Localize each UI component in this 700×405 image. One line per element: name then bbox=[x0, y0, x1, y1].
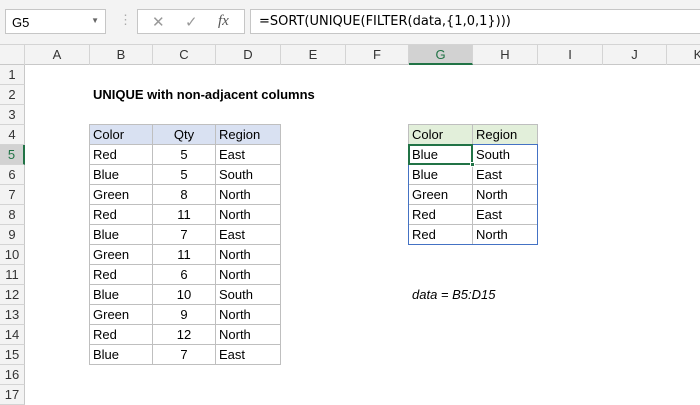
column-header-J[interactable]: J bbox=[603, 45, 667, 65]
source-cell[interactable]: East bbox=[215, 144, 281, 165]
result-header-cell[interactable]: Region bbox=[472, 124, 538, 145]
chevron-down-icon[interactable]: ▼ bbox=[91, 16, 99, 25]
sheet-title[interactable]: UNIQUE with non-adjacent columns bbox=[90, 85, 390, 105]
source-cell[interactable]: South bbox=[215, 164, 281, 185]
row-header-5[interactable]: 5 bbox=[0, 145, 25, 165]
result-cell[interactable]: Red bbox=[408, 204, 473, 225]
result-cell[interactable]: Blue bbox=[408, 164, 473, 185]
drag-handle-icon[interactable]: ⋮ bbox=[119, 12, 132, 28]
result-cell[interactable]: East bbox=[472, 204, 538, 225]
source-cell[interactable]: 12 bbox=[152, 324, 216, 345]
column-header-F[interactable]: F bbox=[346, 45, 409, 65]
enter-icon[interactable]: ✓ bbox=[185, 13, 198, 31]
result-cell[interactable]: North bbox=[472, 184, 538, 205]
source-cell[interactable]: East bbox=[215, 344, 281, 365]
source-cell[interactable]: 9 bbox=[152, 304, 216, 325]
row-header-6[interactable]: 6 bbox=[0, 165, 25, 185]
row-header-3[interactable]: 3 bbox=[0, 105, 25, 125]
column-header-I[interactable]: I bbox=[538, 45, 603, 65]
function-icon[interactable]: fx bbox=[218, 13, 229, 30]
result-cell[interactable]: Blue bbox=[408, 144, 473, 165]
source-cell[interactable]: Blue bbox=[89, 224, 153, 245]
source-cell[interactable]: North bbox=[215, 184, 281, 205]
source-header-cell[interactable]: Color bbox=[89, 124, 153, 145]
column-header-H[interactable]: H bbox=[473, 45, 538, 65]
cancel-icon[interactable]: ✕ bbox=[152, 13, 165, 31]
source-cell[interactable]: South bbox=[215, 284, 281, 305]
formula-input[interactable]: =SORT(UNIQUE(FILTER(data,{1,0,1}))) bbox=[250, 9, 700, 34]
column-header-E[interactable]: E bbox=[281, 45, 346, 65]
row-header-10[interactable]: 10 bbox=[0, 245, 25, 265]
formula-buttons: ✕ ✓ fx bbox=[137, 9, 245, 34]
result-cell[interactable]: South bbox=[472, 144, 538, 165]
source-cell[interactable]: Green bbox=[89, 304, 153, 325]
source-cell[interactable]: 8 bbox=[152, 184, 216, 205]
row-header-4[interactable]: 4 bbox=[0, 125, 25, 145]
result-cell[interactable]: North bbox=[472, 224, 538, 245]
row-header-8[interactable]: 8 bbox=[0, 205, 25, 225]
source-cell[interactable]: 5 bbox=[152, 164, 216, 185]
column-header-A[interactable]: A bbox=[25, 45, 90, 65]
source-cell[interactable]: 7 bbox=[152, 224, 216, 245]
name-box-value: G5 bbox=[12, 15, 30, 30]
result-cell[interactable]: Green bbox=[408, 184, 473, 205]
source-cell[interactable]: Blue bbox=[89, 344, 153, 365]
column-headers: ABCDEFGHIJK bbox=[0, 45, 700, 65]
fill-handle[interactable] bbox=[470, 162, 475, 167]
row-header-16[interactable]: 16 bbox=[0, 365, 25, 385]
source-cell[interactable]: Red bbox=[89, 324, 153, 345]
source-cell[interactable]: Red bbox=[89, 144, 153, 165]
result-cell[interactable]: Red bbox=[408, 224, 473, 245]
named-range-note[interactable]: data = B5:D15 bbox=[409, 285, 609, 305]
column-header-K[interactable]: K bbox=[667, 45, 700, 65]
row-header-7[interactable]: 7 bbox=[0, 185, 25, 205]
column-header-D[interactable]: D bbox=[216, 45, 281, 65]
column-header-G[interactable]: G bbox=[409, 45, 473, 65]
source-cell[interactable]: Blue bbox=[89, 164, 153, 185]
formula-bar: G5 ▼ ⋮ ✕ ✓ fx =SORT(UNIQUE(FILTER(data,{1… bbox=[0, 0, 700, 45]
source-cell[interactable]: North bbox=[215, 324, 281, 345]
source-cell[interactable]: 10 bbox=[152, 284, 216, 305]
source-cell[interactable]: 11 bbox=[152, 244, 216, 265]
row-header-14[interactable]: 14 bbox=[0, 325, 25, 345]
column-header-C[interactable]: C bbox=[153, 45, 216, 65]
row-header-12[interactable]: 12 bbox=[0, 285, 25, 305]
column-header-B[interactable]: B bbox=[90, 45, 153, 65]
source-cell[interactable]: Blue bbox=[89, 284, 153, 305]
row-header-13[interactable]: 13 bbox=[0, 305, 25, 325]
name-box[interactable]: G5 ▼ bbox=[5, 9, 106, 34]
select-all-button[interactable] bbox=[0, 45, 25, 65]
source-cell[interactable]: Green bbox=[89, 244, 153, 265]
source-cell[interactable]: East bbox=[215, 224, 281, 245]
result-cell[interactable]: East bbox=[472, 164, 538, 185]
source-cell[interactable]: 5 bbox=[152, 144, 216, 165]
row-header-1[interactable]: 1 bbox=[0, 65, 25, 85]
source-cell[interactable]: North bbox=[215, 304, 281, 325]
source-cell[interactable]: North bbox=[215, 264, 281, 285]
source-cell[interactable]: North bbox=[215, 244, 281, 265]
source-cell[interactable]: Red bbox=[89, 264, 153, 285]
source-cell[interactable]: 11 bbox=[152, 204, 216, 225]
source-cell[interactable]: Red bbox=[89, 204, 153, 225]
source-cell[interactable]: 7 bbox=[152, 344, 216, 365]
source-header-cell[interactable]: Qty bbox=[152, 124, 216, 145]
source-cell[interactable]: North bbox=[215, 204, 281, 225]
row-header-17[interactable]: 17 bbox=[0, 385, 25, 405]
source-cell[interactable]: Green bbox=[89, 184, 153, 205]
row-header-15[interactable]: 15 bbox=[0, 345, 25, 365]
source-cell[interactable]: 6 bbox=[152, 264, 216, 285]
row-header-2[interactable]: 2 bbox=[0, 85, 25, 105]
row-header-9[interactable]: 9 bbox=[0, 225, 25, 245]
result-header-cell[interactable]: Color bbox=[408, 124, 473, 145]
source-header-cell[interactable]: Region bbox=[215, 124, 281, 145]
row-header-11[interactable]: 11 bbox=[0, 265, 25, 285]
